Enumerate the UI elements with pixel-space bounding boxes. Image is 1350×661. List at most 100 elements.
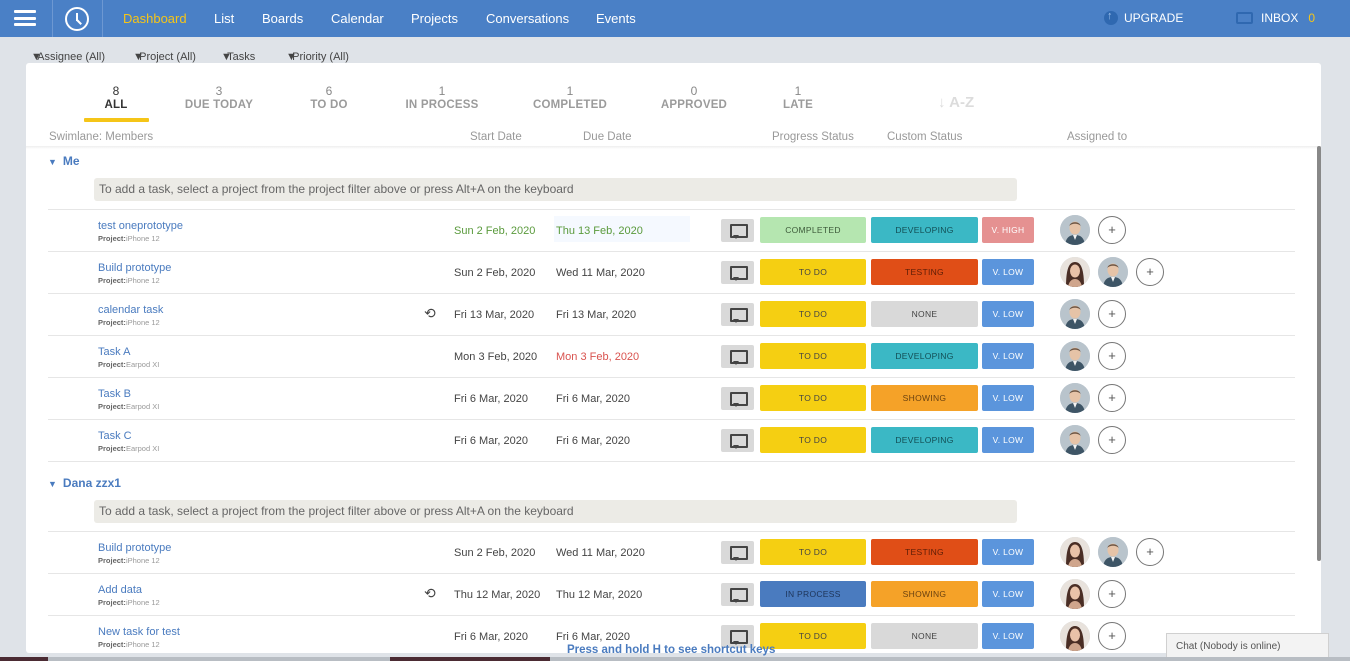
priority-badge[interactable]: V. LOW bbox=[982, 539, 1034, 565]
avatar[interactable] bbox=[1060, 621, 1090, 651]
priority-badge[interactable]: V. LOW bbox=[982, 581, 1034, 607]
comment-icon[interactable] bbox=[721, 429, 754, 452]
comment-icon[interactable] bbox=[721, 583, 754, 606]
collapse-caret-icon[interactable]: ▼ bbox=[48, 157, 57, 167]
avatar[interactable] bbox=[1060, 383, 1090, 413]
task-row[interactable]: Build prototype Project:iPhone 12 Sun 2 Fe… bbox=[26, 532, 1321, 574]
tab-in-process[interactable]: 1 IN PROCESS bbox=[382, 84, 502, 111]
comment-icon[interactable] bbox=[721, 387, 754, 410]
start-date[interactable]: Thu 12 Mar, 2020 bbox=[454, 589, 540, 601]
add-assignee-button[interactable]: + bbox=[1098, 342, 1126, 370]
priority-badge[interactable]: V. LOW bbox=[982, 385, 1034, 411]
start-date[interactable]: Sun 2 Feb, 2020 bbox=[454, 225, 535, 237]
task-row[interactable]: Task A Project:Earpod XI Mon 3 Feb, 2020 Mo… bbox=[26, 336, 1321, 378]
task-name-link[interactable]: Build prototype bbox=[98, 262, 171, 274]
avatar[interactable] bbox=[1098, 257, 1128, 287]
nav-events[interactable]: Events bbox=[596, 11, 636, 26]
sort-az-button[interactable]: ↓ A-Z bbox=[938, 94, 974, 111]
add-assignee-button[interactable]: + bbox=[1098, 580, 1126, 608]
custom-status-badge[interactable]: TESTING bbox=[871, 259, 978, 285]
menu-icon[interactable] bbox=[14, 10, 36, 26]
column-swimlane[interactable]: Swimlane: Members bbox=[49, 131, 153, 143]
task-row[interactable]: Build prototype Project:iPhone 12 Sun 2 Fe… bbox=[26, 252, 1321, 294]
add-assignee-button[interactable]: + bbox=[1098, 216, 1126, 244]
start-date[interactable]: Fri 6 Mar, 2020 bbox=[454, 631, 528, 643]
add-assignee-button[interactable]: + bbox=[1098, 426, 1126, 454]
clock-icon[interactable] bbox=[65, 7, 89, 31]
due-date[interactable]: Fri 6 Mar, 2020 bbox=[556, 393, 630, 405]
add-task-hint[interactable]: To add a task, select a project from the… bbox=[94, 178, 1017, 201]
progress-status-badge[interactable]: COMPLETED bbox=[760, 217, 866, 243]
progress-status-badge[interactable]: TO DO bbox=[760, 623, 866, 649]
start-date[interactable]: Sun 2 Feb, 2020 bbox=[454, 267, 535, 279]
inbox-button[interactable]: INBOX 0 bbox=[1236, 11, 1315, 25]
add-assignee-button[interactable]: + bbox=[1098, 622, 1126, 650]
due-date[interactable]: Fri 13 Mar, 2020 bbox=[556, 309, 636, 321]
due-date[interactable]: Fri 6 Mar, 2020 bbox=[556, 631, 630, 643]
priority-badge[interactable]: V. LOW bbox=[982, 343, 1034, 369]
collapse-caret-icon[interactable]: ▼ bbox=[48, 479, 57, 489]
task-name-link[interactable]: Add data bbox=[98, 584, 142, 596]
custom-status-badge[interactable]: TESTING bbox=[871, 539, 978, 565]
nav-boards[interactable]: Boards bbox=[262, 11, 303, 26]
add-assignee-button[interactable]: + bbox=[1098, 384, 1126, 412]
comment-icon[interactable] bbox=[721, 219, 754, 242]
scrollbar[interactable] bbox=[1317, 146, 1321, 561]
avatar[interactable] bbox=[1098, 537, 1128, 567]
swimlane-header[interactable]: ▼ Dana zzx1 bbox=[48, 476, 121, 490]
add-assignee-button[interactable]: + bbox=[1136, 258, 1164, 286]
due-date[interactable]: Wed 11 Mar, 2020 bbox=[556, 547, 645, 559]
progress-status-badge[interactable]: TO DO bbox=[760, 343, 866, 369]
due-date[interactable]: Thu 13 Feb, 2020 bbox=[556, 225, 643, 237]
comment-icon[interactable] bbox=[721, 303, 754, 326]
column-assigned-to[interactable]: Assigned to bbox=[1067, 131, 1127, 143]
tab-all[interactable]: 8 ALL bbox=[56, 84, 176, 111]
task-name-link[interactable]: Build prototype bbox=[98, 542, 171, 554]
task-row[interactable]: Task B Project:Earpod XI Fri 6 Mar, 2020 Fr… bbox=[26, 378, 1321, 420]
upgrade-button[interactable]: UPGRADE bbox=[1104, 10, 1183, 25]
progress-status-badge[interactable]: TO DO bbox=[760, 539, 866, 565]
assignee-filter[interactable]: ▼ Assignee (All) bbox=[31, 44, 105, 63]
due-date[interactable]: Fri 6 Mar, 2020 bbox=[556, 435, 630, 447]
task-name-link[interactable]: calendar task bbox=[98, 304, 163, 316]
task-row[interactable]: Task C Project:Earpod XI Fri 6 Mar, 2020 Fr… bbox=[26, 420, 1321, 462]
start-date[interactable]: Mon 3 Feb, 2020 bbox=[454, 351, 537, 363]
start-date[interactable]: Fri 6 Mar, 2020 bbox=[454, 435, 528, 447]
avatar[interactable] bbox=[1060, 579, 1090, 609]
tab-late[interactable]: 1 LATE bbox=[738, 84, 858, 111]
due-date[interactable]: Wed 11 Mar, 2020 bbox=[556, 267, 645, 279]
task-row[interactable]: test oneprototype Project:iPhone 12 Sun 2 … bbox=[26, 210, 1321, 252]
avatar[interactable] bbox=[1060, 299, 1090, 329]
nav-projects[interactable]: Projects bbox=[411, 11, 458, 26]
due-date[interactable]: Thu 12 Mar, 2020 bbox=[556, 589, 642, 601]
priority-badge[interactable]: V. HIGH bbox=[982, 217, 1034, 243]
task-name-link[interactable]: test oneprototype bbox=[98, 220, 183, 232]
custom-status-badge[interactable]: NONE bbox=[871, 623, 978, 649]
progress-status-badge[interactable]: IN PROCESS bbox=[760, 581, 866, 607]
column-progress-status[interactable]: Progress Status bbox=[772, 131, 854, 143]
custom-status-badge[interactable]: DEVELOPING bbox=[871, 217, 978, 243]
start-date[interactable]: Fri 13 Mar, 2020 bbox=[454, 309, 534, 321]
priority-badge[interactable]: V. LOW bbox=[982, 427, 1034, 453]
tab-approved[interactable]: 0 APPROVED bbox=[634, 84, 754, 111]
tasks-filter[interactable]: ▼ Tasks bbox=[221, 44, 255, 63]
swimlane-header[interactable]: ▼ Me bbox=[48, 154, 80, 168]
nav-list[interactable]: List bbox=[214, 11, 234, 26]
avatar[interactable] bbox=[1060, 425, 1090, 455]
tab-due-today[interactable]: 3 DUE TODAY bbox=[159, 84, 279, 111]
custom-status-badge[interactable]: NONE bbox=[871, 301, 978, 327]
tab-to-do[interactable]: 6 TO DO bbox=[269, 84, 389, 111]
avatar[interactable] bbox=[1060, 257, 1090, 287]
column-due-date[interactable]: Due Date bbox=[583, 131, 632, 143]
priority-badge[interactable]: V. LOW bbox=[982, 623, 1034, 649]
project-filter[interactable]: ▼ Project (All) bbox=[133, 44, 196, 63]
task-row[interactable]: Add data Project:iPhone 12 ⟲ Thu 12 Mar, 20… bbox=[26, 574, 1321, 616]
column-custom-status[interactable]: Custom Status bbox=[887, 131, 962, 143]
add-assignee-button[interactable]: + bbox=[1136, 538, 1164, 566]
comment-icon[interactable] bbox=[721, 345, 754, 368]
custom-status-badge[interactable]: DEVELOPING bbox=[871, 427, 978, 453]
priority-badge[interactable]: V. LOW bbox=[982, 259, 1034, 285]
start-date[interactable]: Fri 6 Mar, 2020 bbox=[454, 393, 528, 405]
custom-status-badge[interactable]: DEVELOPING bbox=[871, 343, 978, 369]
avatar[interactable] bbox=[1060, 341, 1090, 371]
